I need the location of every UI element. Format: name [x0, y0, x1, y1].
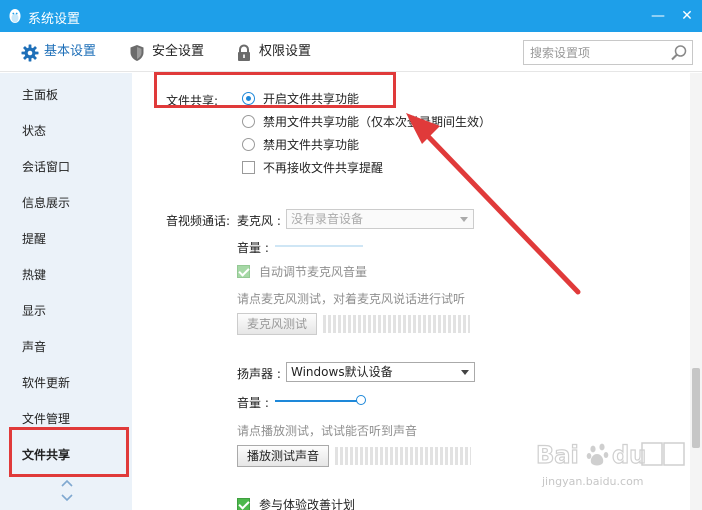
play-test-hint: 请点播放测试，试试能否听到声音	[237, 424, 418, 438]
sidebar-item-display[interactable]: 显示	[0, 293, 132, 329]
sidebar-item-info-display[interactable]: 信息展示	[0, 185, 132, 221]
mic-volume-label: 音量 :	[237, 241, 269, 255]
minimize-button[interactable]: —	[646, 4, 670, 28]
tab-label: 权限设置	[259, 44, 312, 59]
svg-text:du: du	[612, 441, 646, 469]
baidu-jingyan-logo: Bai du	[535, 440, 685, 470]
radio-disable-sharing-label[interactable]: 禁用文件共享功能	[263, 136, 359, 153]
sidebar-item-reminders[interactable]: 提醒	[0, 221, 132, 257]
play-test-button[interactable]: 播放测试声音	[237, 445, 329, 467]
shield-icon	[130, 45, 144, 61]
chevron-up-icon[interactable]	[60, 478, 74, 488]
speaker-volume-knob[interactable]	[356, 395, 366, 405]
microphone-select-value: 没有录音设备	[291, 212, 364, 226]
mic-level-meter	[323, 315, 470, 333]
radio-disable-sharing[interactable]	[242, 138, 255, 151]
speaker-select-value: Windows默认设备	[291, 365, 393, 379]
close-button[interactable]: ✕	[675, 4, 699, 28]
scrollbar-thumb[interactable]	[692, 368, 700, 448]
checkbox-experience-program[interactable]	[237, 498, 250, 510]
mic-volume-slider[interactable]	[275, 245, 363, 247]
sidebar-item-software-update[interactable]: 软件更新	[0, 365, 132, 401]
watermark-text: jingyan.baidu.com	[542, 475, 644, 488]
sidebar-item-main-panel[interactable]: 主面板	[0, 77, 132, 113]
checkbox-auto-adjust-mic-label[interactable]: 自动调节麦克风音量	[259, 263, 367, 280]
search-icon[interactable]	[670, 44, 688, 62]
tab-label: 基本设置	[44, 44, 97, 59]
radio-disable-sharing-session-label[interactable]: 禁用文件共享功能（仅本次登录期间生效）	[263, 113, 491, 130]
content-scrollbar[interactable]	[690, 73, 702, 510]
tab-security-settings[interactable]: 安全设置	[129, 32, 219, 72]
sidebar-item-status[interactable]: 状态	[0, 113, 132, 149]
microphone-select[interactable]: 没有录音设备	[286, 209, 474, 229]
sidebar-item-chat-window[interactable]: 会话窗口	[0, 149, 132, 185]
chevron-down-icon	[460, 217, 468, 222]
gear-icon	[21, 44, 39, 62]
mic-test-button[interactable]: 麦克风测试	[237, 313, 317, 335]
checkbox-experience-program-label[interactable]: 参与体验改善计划	[259, 496, 355, 510]
sidebar-item-file-management[interactable]: 文件管理	[0, 401, 132, 437]
chevron-down-icon[interactable]	[60, 493, 74, 503]
lock-icon	[238, 44, 250, 61]
settings-sidebar: 主面板 状态 会话窗口 信息展示 提醒 热键 显示 声音 软件更新 文件管理 文…	[0, 73, 132, 510]
file-sharing-label: 文件共享:	[166, 94, 219, 108]
av-call-label: 音视频通话:	[166, 214, 231, 228]
tab-basic-settings[interactable]: 基本设置	[21, 32, 111, 72]
microphone-label: 麦克风 :	[237, 214, 281, 228]
sidebar-item-sound[interactable]: 声音	[0, 329, 132, 365]
speaker-volume-slider[interactable]	[275, 400, 361, 402]
checkbox-no-reminder[interactable]	[242, 161, 255, 174]
checkbox-auto-adjust-mic[interactable]	[237, 265, 250, 278]
radio-enable-sharing-label[interactable]: 开启文件共享功能	[263, 90, 359, 107]
tab-label: 安全设置	[152, 44, 205, 59]
settings-search-box[interactable]	[523, 40, 693, 65]
tab-permission-settings[interactable]: 权限设置	[236, 32, 326, 72]
search-input[interactable]	[524, 41, 666, 64]
checkbox-no-reminder-label[interactable]: 不再接收文件共享提醒	[263, 159, 383, 176]
sidebar-item-file-sharing[interactable]: 文件共享	[0, 437, 132, 473]
chevron-down-icon	[461, 370, 469, 375]
speaker-label: 扬声器 :	[237, 367, 281, 381]
penguin-logo-icon	[9, 9, 21, 23]
title-bar: 系统设置 — ✕	[0, 0, 702, 32]
svg-text:Bai: Bai	[536, 441, 579, 469]
sidebar-item-hotkeys[interactable]: 热键	[0, 257, 132, 293]
radio-disable-sharing-session[interactable]	[242, 115, 255, 128]
speaker-level-meter	[335, 447, 471, 465]
speaker-volume-label: 音量 :	[237, 396, 269, 410]
speaker-select[interactable]: Windows默认设备	[286, 362, 475, 382]
baidu-watermark: Bai du jingyan.baidu.com	[535, 435, 691, 495]
settings-tab-bar: 基本设置 安全设置 权限设置	[0, 32, 702, 72]
radio-enable-sharing[interactable]	[242, 92, 255, 105]
window-title: 系统设置	[28, 12, 81, 27]
mic-test-hint: 请点麦克风测试，对着麦克风说话进行试听	[237, 292, 466, 306]
